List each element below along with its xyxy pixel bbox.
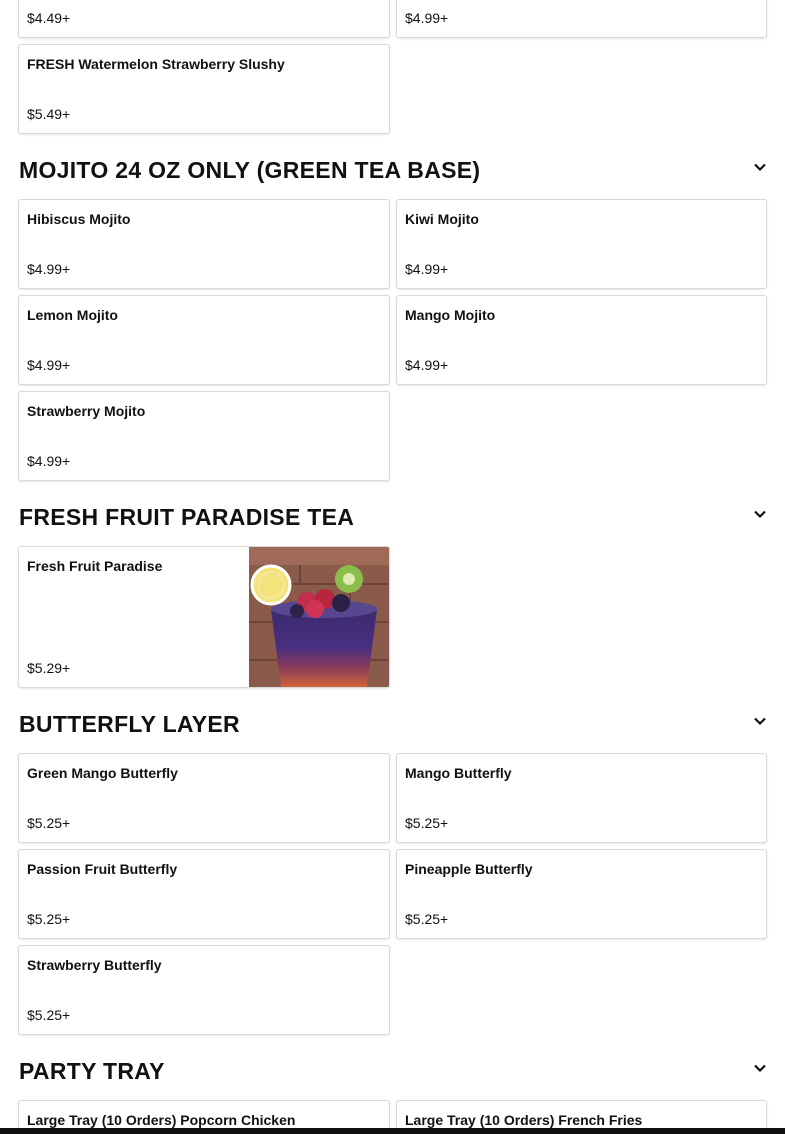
chevron-down-icon [754, 163, 766, 172]
menu-item-card[interactable]: Strawberry Butterfly $5.25+ [18, 945, 390, 1035]
item-name: Mango Butterfly [405, 765, 512, 781]
section-header-fresh-fruit-paradise-tea[interactable]: FRESH FRUIT PARADISE TEA [19, 504, 768, 534]
menu-item-card[interactable]: Kiwi Mojito $4.99+ [396, 199, 767, 289]
fruit-tea-photo [249, 547, 389, 687]
chevron-down-icon [754, 717, 766, 726]
item-name: Mango Mojito [405, 307, 519, 323]
item-name: FRESH Watermelon Strawberry Slushy [27, 56, 312, 72]
item-name: Strawberry Butterfly [27, 957, 162, 973]
item-price: $4.99+ [405, 261, 449, 277]
item-name: Strawberry Mojito [27, 403, 169, 419]
item-price: $5.25+ [405, 911, 449, 927]
menu-item-card[interactable]: $4.99+ [396, 0, 767, 38]
item-price: $4.99+ [27, 357, 71, 373]
menu-item-card[interactable]: Mango Mojito $4.99+ [396, 295, 767, 385]
menu-item-card[interactable]: Pineapple Butterfly $5.25+ [396, 849, 767, 939]
section-header-mojito[interactable]: MOJITO 24 OZ ONLY (GREEN TEA BASE) [19, 157, 768, 187]
chevron-down-icon [754, 1064, 766, 1073]
item-name: Lemon Mojito [27, 307, 142, 323]
menu-item-card[interactable]: Fresh Fruit Paradise $5.29+ [18, 546, 390, 688]
item-name: Large Tray (10 Orders) French Fries [405, 1112, 654, 1128]
menu-item-card[interactable]: FRESH Watermelon Strawberry Slushy $5.49… [18, 44, 390, 134]
item-price: $4.99+ [405, 357, 449, 373]
item-price: $4.99+ [405, 10, 449, 26]
item-name: Hibiscus Mojito [27, 211, 158, 227]
section-title: BUTTERFLY LAYER [19, 711, 240, 737]
item-name: Green Mango Butterfly [27, 765, 178, 781]
menu-item-card[interactable]: Mango Butterfly $5.25+ [396, 753, 767, 843]
menu-item-card[interactable]: Green Mango Butterfly $5.25+ [18, 753, 390, 843]
section-title: FRESH FRUIT PARADISE TEA [19, 504, 394, 530]
item-price: $5.49+ [27, 106, 71, 122]
item-price: $4.99+ [27, 453, 71, 469]
section-title: PARTY TRAY [19, 1058, 192, 1084]
menu-item-card[interactable]: $4.49+ [18, 0, 390, 38]
item-name: Large Tray (10 Orders) Popcorn Chicken [27, 1112, 311, 1128]
item-price: $5.25+ [27, 815, 71, 831]
item-price: $5.25+ [405, 815, 449, 831]
item-name: Kiwi Mojito [405, 211, 507, 227]
menu-item-card[interactable]: Hibiscus Mojito $4.99+ [18, 199, 390, 289]
item-price: $4.49+ [27, 10, 71, 26]
section-title: MOJITO 24 OZ ONLY (GREEN TEA BASE) [19, 157, 481, 183]
bottom-bar [0, 1128, 785, 1134]
menu-item-card[interactable]: Passion Fruit Butterfly $5.25+ [18, 849, 390, 939]
menu-item-card[interactable]: Strawberry Mojito $4.99+ [18, 391, 390, 481]
item-price: $5.25+ [27, 1007, 71, 1023]
item-price: $4.99+ [27, 261, 71, 277]
section-header-party-tray[interactable]: PARTY TRAY [19, 1058, 768, 1088]
item-name: Passion Fruit Butterfly [27, 861, 178, 877]
section-header-butterfly-layer[interactable]: BUTTERFLY LAYER [19, 711, 768, 741]
chevron-down-icon [754, 510, 766, 519]
menu-item-card[interactable]: Lemon Mojito $4.99+ [18, 295, 390, 385]
item-price: $5.25+ [27, 911, 71, 927]
item-price: $5.29+ [27, 660, 71, 676]
item-name: Pineapple Butterfly [405, 861, 533, 877]
item-name: Fresh Fruit Paradise [27, 558, 190, 574]
